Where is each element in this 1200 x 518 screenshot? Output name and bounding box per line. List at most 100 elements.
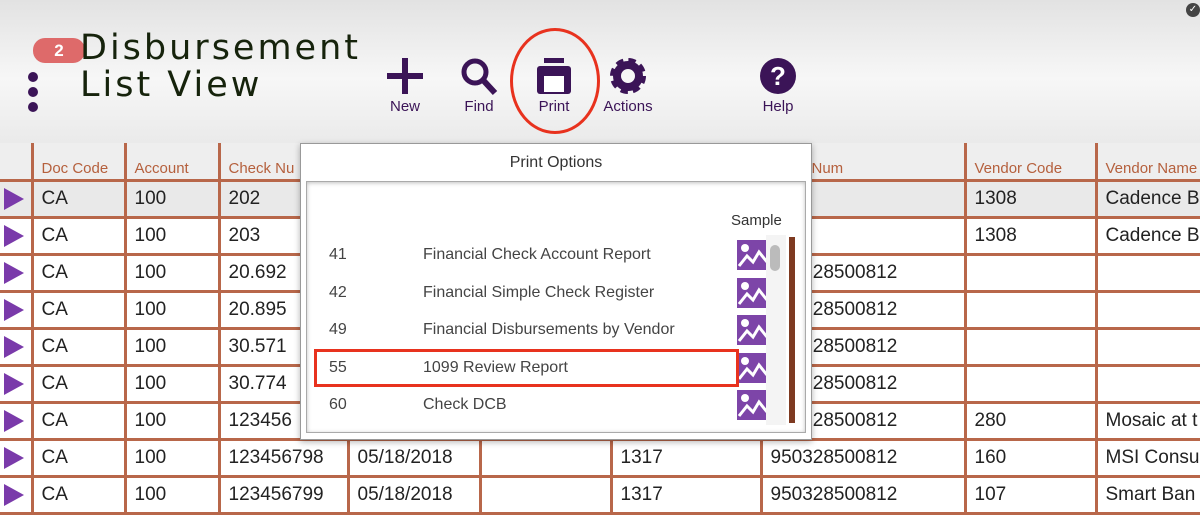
table-cell: 123456798 <box>217 437 350 478</box>
table-cell: 100 <box>123 289 221 330</box>
row-select-arrow-icon[interactable] <box>4 261 24 284</box>
find-button[interactable]: Find <box>444 56 514 115</box>
row-select-arrow-icon[interactable] <box>4 372 24 395</box>
new-button[interactable]: New <box>370 56 440 115</box>
report-name: Check DCB <box>423 396 507 413</box>
row-select-arrow-icon[interactable] <box>4 335 24 358</box>
report-number: 49 <box>329 321 347 338</box>
gear-icon <box>610 58 646 94</box>
print-option-item[interactable]: 42 Financial Simple Check Register <box>307 275 767 312</box>
table-cell: 280 <box>963 400 1098 441</box>
table-cell: 100 <box>123 215 221 256</box>
report-name: Financial Check Account Report <box>423 246 651 263</box>
column-header[interactable]: Vendor Name <box>1094 143 1200 182</box>
search-icon <box>461 58 498 96</box>
table-cell: 1317 <box>609 437 763 478</box>
sample-image-icon[interactable] <box>737 240 767 270</box>
table-cell: 950328500812 <box>759 437 967 478</box>
table-cell: 100 <box>123 326 221 367</box>
row-select-arrow-icon[interactable] <box>4 409 24 432</box>
table-cell: 1308 <box>963 178 1098 219</box>
print-options-popup: Print Options Sample 41 Financial Check A… <box>300 143 812 440</box>
table-cell: 05/18/2018 <box>346 437 482 478</box>
table-cell <box>963 326 1098 367</box>
column-header[interactable]: Doc Code <box>30 143 127 182</box>
sample-image-icon[interactable] <box>737 390 767 420</box>
table-cell: 100 <box>123 252 221 293</box>
list-edge-bar <box>789 237 795 423</box>
table-cell: CA <box>30 400 127 441</box>
table-cell: CA <box>30 215 127 256</box>
sample-image-icon[interactable] <box>737 352 767 383</box>
table-row[interactable]: CA 100 123456798 05/18/2018 1317 950328500812… <box>0 437 1200 478</box>
plus-icon <box>387 58 423 94</box>
app-header: ✓ 2 Disbursement List View New Find Print… <box>0 0 1200 143</box>
table-cell: CA <box>30 363 127 404</box>
status-check-icon: ✓ <box>1186 3 1200 17</box>
table-cell: 123456799 <box>217 474 350 515</box>
table-cell: 160 <box>963 437 1098 478</box>
scrollbar[interactable] <box>766 235 786 425</box>
column-header[interactable]: Account <box>123 143 221 182</box>
table-cell: Cadence B <box>1094 178 1200 219</box>
table-cell <box>1094 289 1200 330</box>
scrollbar-thumb[interactable] <box>770 245 780 271</box>
table-cell: 100 <box>123 437 221 478</box>
sample-image-icon[interactable] <box>737 315 767 345</box>
row-select-arrow-icon[interactable] <box>4 187 24 210</box>
report-name: Financial Simple Check Register <box>423 283 655 301</box>
print-highlight-circle <box>510 28 600 134</box>
actions-label: Actions <box>603 98 653 115</box>
table-cell <box>1094 326 1200 367</box>
row-select-arrow-icon[interactable] <box>4 224 24 247</box>
table-cell: 100 <box>123 363 221 404</box>
row-select-arrow-icon[interactable] <box>4 483 24 506</box>
table-cell: CA <box>30 178 127 219</box>
page-title: Disbursement List View <box>80 30 361 104</box>
table-cell: 1317 <box>609 474 763 515</box>
print-option-item[interactable]: 41 Financial Check Account Report <box>307 237 767 274</box>
table-cell <box>1094 363 1200 404</box>
table-cell: 1308 <box>963 215 1098 256</box>
table-cell: CA <box>30 326 127 367</box>
report-number: 60 <box>329 396 347 413</box>
title-line-2: List View <box>80 65 263 105</box>
help-icon: ? <box>760 58 796 94</box>
table-cell: CA <box>30 474 127 515</box>
table-cell <box>963 252 1098 293</box>
table-cell: MSI Consu <box>1094 437 1200 478</box>
table-cell <box>1094 252 1200 293</box>
table-cell: 100 <box>123 400 221 441</box>
column-header[interactable]: Vendor Code <box>963 143 1098 182</box>
table-cell: Cadence B <box>1094 215 1200 256</box>
print-option-item[interactable]: 49 Financial Disbursements by Vendor <box>307 312 767 349</box>
table-cell: Smart Ban <box>1094 474 1200 515</box>
print-option-item[interactable]: 60 Check DCB <box>307 387 767 424</box>
report-number: 42 <box>329 283 347 301</box>
table-cell <box>478 474 613 515</box>
report-name: Financial Disbursements by Vendor <box>423 321 675 338</box>
table-cell: 950328500812 <box>759 474 967 515</box>
sample-image-icon[interactable] <box>737 277 767 308</box>
table-cell: CA <box>30 252 127 293</box>
table-cell: Mosaic at t <box>1094 400 1200 441</box>
table-cell: 100 <box>123 178 221 219</box>
table-row[interactable]: CA 100 123456799 05/18/2018 1317 950328500812… <box>0 474 1200 515</box>
table-cell: 05/18/2018 <box>346 474 482 515</box>
row-select-arrow-icon[interactable] <box>4 446 24 469</box>
actions-button[interactable]: Actions <box>593 56 663 115</box>
table-cell: 100 <box>123 474 221 515</box>
row-select-arrow-icon[interactable] <box>4 298 24 321</box>
menu-dots-icon[interactable] <box>28 72 40 117</box>
help-button[interactable]: ? Help <box>743 56 813 115</box>
svg-text:?: ? <box>770 61 786 91</box>
sample-header: Sample <box>731 212 782 229</box>
title-line-1: Disbursement <box>80 28 361 68</box>
find-label: Find <box>464 98 494 115</box>
report-number: 41 <box>329 246 347 263</box>
table-cell: CA <box>30 289 127 330</box>
help-label: Help <box>762 98 794 115</box>
table-cell: 107 <box>963 474 1098 515</box>
table-cell <box>963 363 1098 404</box>
table-cell <box>478 437 613 478</box>
